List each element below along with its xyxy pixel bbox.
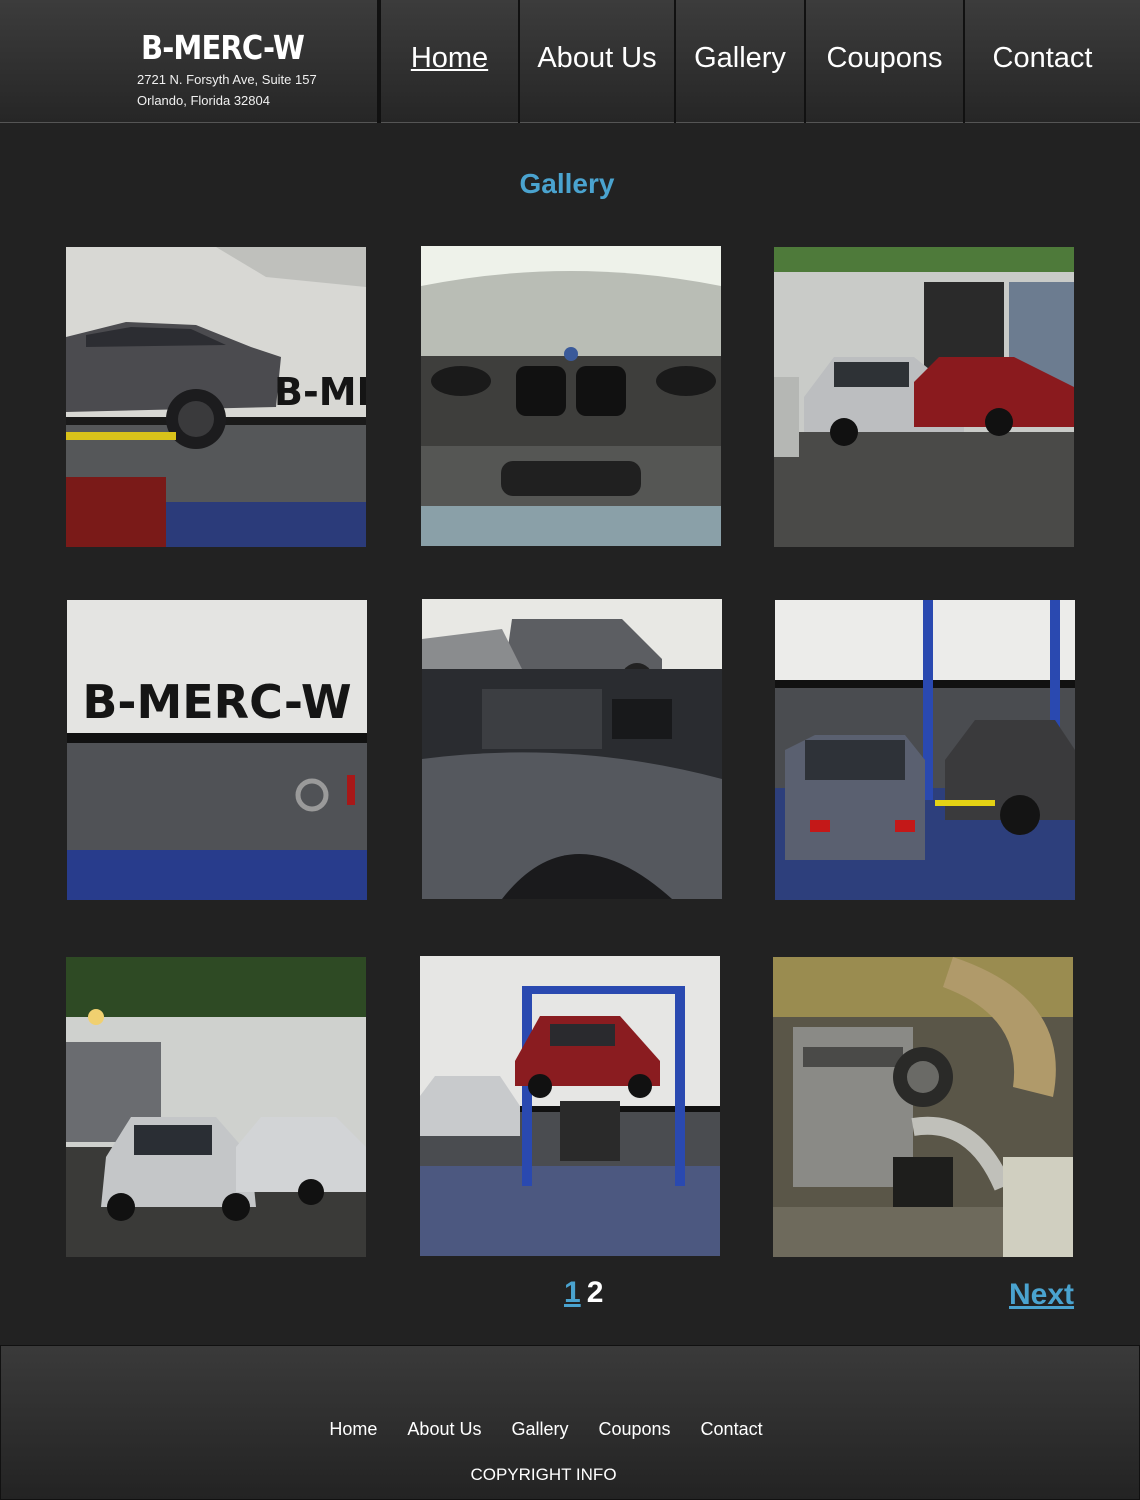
nav-home-label: Home [410,42,489,74]
next-link[interactable]: Next [1009,1278,1074,1312]
address-line-1: 2721 N. Forsyth Ave, Suite 157 [137,72,317,87]
silver-bmws-storefront-photo [66,957,366,1257]
gallery-photo[interactable]: B-MER [66,247,366,547]
open-engine-bay-photo [422,599,722,899]
engine-closeup-photo [773,957,1073,1257]
gallery-photo[interactable] [422,599,722,899]
brand-block: B-MERC-W 2721 N. Forsyth Ave, Suite 157 … [0,0,379,123]
nav-about-us[interactable]: About Us [518,0,674,123]
gallery-photo[interactable] [775,600,1075,900]
wall-text: B-MERC-W [82,675,351,729]
nav-contact-label: Contact [992,42,1093,74]
footer-link-coupons[interactable]: Coupons [598,1419,670,1440]
site-header: B-MERC-W 2721 N. Forsyth Ave, Suite 157 … [0,0,1140,123]
site-footer: Home About Us Gallery Coupons Contact CO… [0,1345,1140,1500]
gallery-photo[interactable] [773,957,1073,1257]
shop-wall-logo-photo: B-MERC-W [67,600,367,900]
shop-interior-lifts-photo [775,600,1075,900]
nav-about-us-label: About Us [537,42,657,74]
bmws-parked-outside-photo [774,247,1074,547]
gallery-photo[interactable] [421,246,721,546]
nav-contact[interactable]: Contact [963,0,1120,123]
address-line-2: Orlando, Florida 32804 [137,93,270,108]
gallery-photo[interactable] [66,957,366,1257]
brand-logo[interactable]: B-MERC-W [141,28,305,67]
footer-link-about-us[interactable]: About Us [407,1419,481,1440]
copyright-text: COPYRIGHT INFO [470,1465,617,1484]
page-title: Gallery [519,168,615,199]
footer-link-home[interactable]: Home [329,1419,377,1440]
gray-bmw-on-lift-photo: B-MER [66,247,366,547]
footer-link-gallery[interactable]: Gallery [511,1419,568,1440]
pagination: 12 [564,1276,609,1310]
footer-nav: Home About Us Gallery Coupons Contact [1,1419,1140,1440]
nav-coupons[interactable]: Coupons [804,0,963,123]
gallery-photo[interactable] [420,956,720,1256]
nav-coupons-label: Coupons [826,42,943,74]
gallery-photo[interactable]: B-MERC-W [67,600,367,900]
gallery-photo[interactable] [774,247,1074,547]
page-2-link[interactable]: 2 [587,1276,604,1309]
nav-gallery-label: Gallery [694,42,786,74]
red-bmw-on-lift-photo [420,956,720,1256]
nav-home[interactable]: Home [379,0,518,123]
footer-link-contact[interactable]: Contact [701,1419,763,1440]
bmw-front-grille-photo [421,246,721,546]
page-1-link[interactable]: 1 [564,1276,581,1309]
wall-text: B-MER [274,370,366,414]
nav-gallery[interactable]: Gallery [674,0,804,123]
